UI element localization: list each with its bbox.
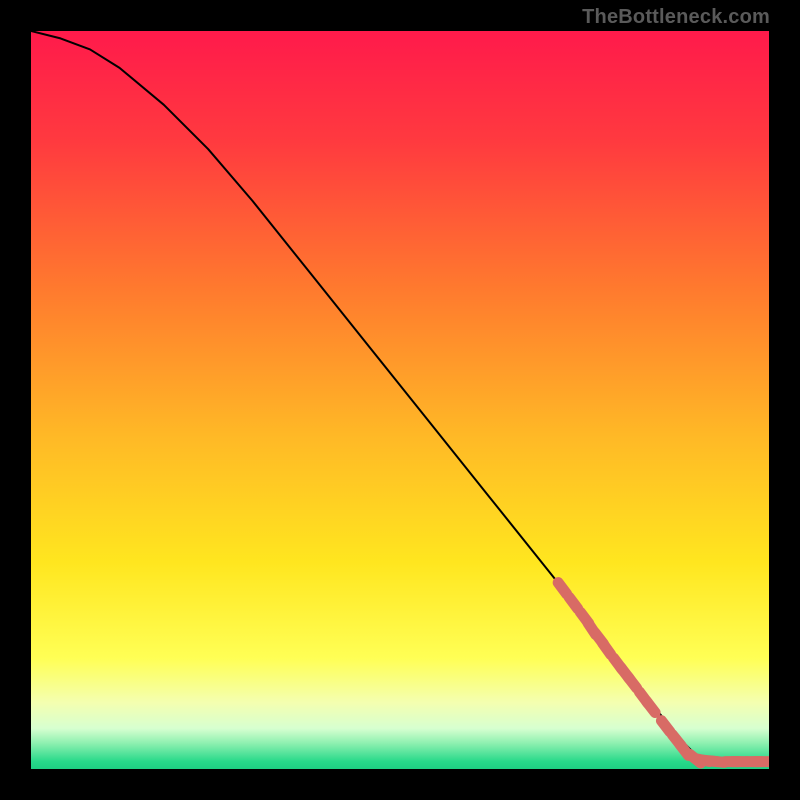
marker-point — [628, 677, 637, 688]
marker-point — [558, 583, 566, 594]
plot-area — [30, 30, 770, 770]
main-curve — [31, 31, 769, 762]
curve-layer — [31, 31, 769, 769]
marker-point — [647, 701, 656, 712]
chart-stage: TheBottleneck.com — [0, 0, 800, 800]
attribution-text: TheBottleneck.com — [582, 6, 770, 29]
marker-point — [661, 721, 670, 732]
marker-series — [558, 583, 768, 763]
marker-point — [569, 597, 577, 608]
marker-point — [603, 643, 611, 654]
